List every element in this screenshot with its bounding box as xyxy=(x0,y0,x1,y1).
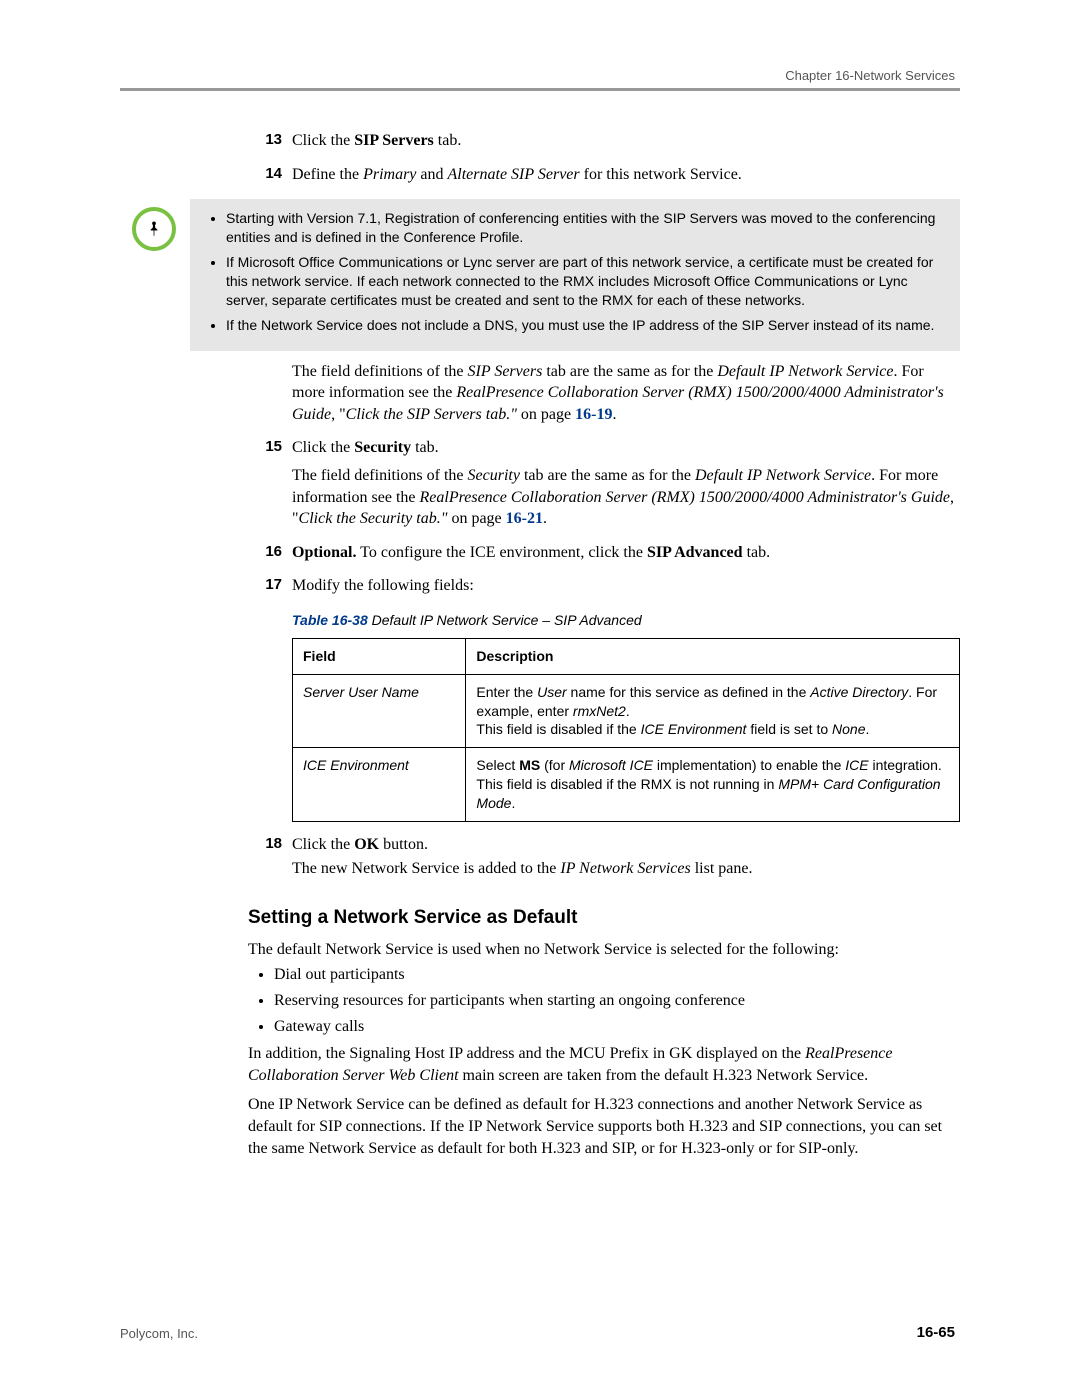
section-heading: Setting a Network Service as Default xyxy=(248,905,960,931)
note-bullet: Starting with Version 7.1, Registration … xyxy=(226,209,946,247)
header-rule xyxy=(120,88,960,91)
table-header-desc: Description xyxy=(466,638,960,674)
step-number: 14 xyxy=(250,164,292,192)
note-box: Starting with Version 7.1, Registration … xyxy=(190,199,960,350)
table-row: ICE Environment Select MS (for Microsoft… xyxy=(293,748,960,822)
note-bullet: If the Network Service does not include … xyxy=(226,316,946,335)
body-paragraph: The default Network Service is used when… xyxy=(248,939,960,961)
step-number: 13 xyxy=(250,130,292,158)
list-item: Gateway calls xyxy=(274,1016,960,1038)
step-15: 15 Click the Security tab. The field def… xyxy=(250,437,960,535)
pin-icon xyxy=(132,207,176,251)
running-header: Chapter 16-Network Services xyxy=(785,68,955,83)
document-page: Chapter 16-Network Services 13 Click the… xyxy=(0,0,1080,1397)
footer-company: Polycom, Inc. xyxy=(120,1326,198,1341)
step-18: 18 Click the OK button. The new Network … xyxy=(250,834,960,885)
step-number: 16 xyxy=(250,542,292,570)
page-ref-link[interactable]: 16-21 xyxy=(506,510,543,527)
page-ref-link[interactable]: 16-19 xyxy=(575,406,612,423)
step-body: Define the Primary and Alternate SIP Ser… xyxy=(292,164,960,192)
step-16: 16 Optional. To configure the ICE enviro… xyxy=(250,542,960,570)
list-item: Reserving resources for participants whe… xyxy=(274,990,960,1012)
body-paragraph: One IP Network Service can be defined as… xyxy=(248,1094,960,1159)
step-13: 13 Click the SIP Servers tab. xyxy=(250,130,960,158)
step-14-continued: The field definitions of the SIP Servers… xyxy=(250,361,960,432)
step-14: 14 Define the Primary and Alternate SIP … xyxy=(250,164,960,192)
page-body: 13 Click the SIP Servers tab. 14 Define … xyxy=(250,130,960,1159)
footer-page-number: 16-65 xyxy=(917,1324,955,1341)
step-17: 17 Modify the following fields: Table 16… xyxy=(250,575,960,822)
note-bullet: If Microsoft Office Communications or Ly… xyxy=(226,253,946,310)
step-number: 18 xyxy=(250,834,292,885)
table-row: Server User Name Enter the User name for… xyxy=(293,674,960,748)
table-caption: Table 16-38 Default IP Network Service –… xyxy=(292,611,960,630)
bullet-list: Dial out participants Reserving resource… xyxy=(248,964,960,1037)
body-paragraph: In addition, the Signaling Host IP addre… xyxy=(248,1043,960,1086)
step-body: Click the SIP Servers tab. xyxy=(292,130,960,158)
step-number: 17 xyxy=(250,575,292,822)
sip-advanced-table: Field Description Server User Name Enter… xyxy=(292,638,960,822)
step-number: 15 xyxy=(250,437,292,535)
table-header-field: Field xyxy=(293,638,466,674)
list-item: Dial out participants xyxy=(274,964,960,986)
